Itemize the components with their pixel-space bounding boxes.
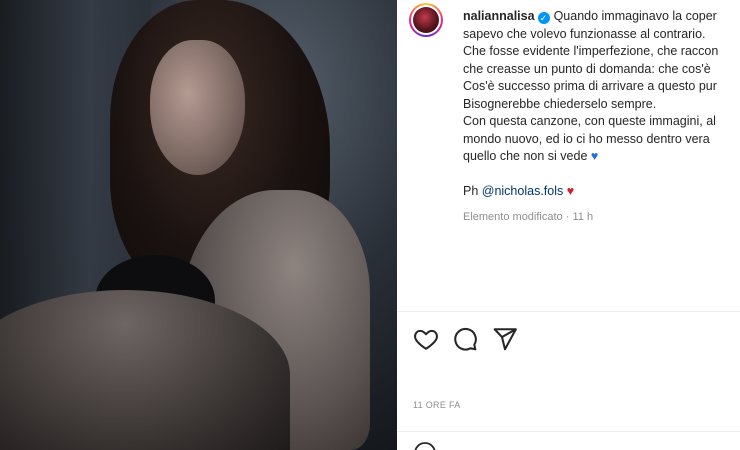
red-heart-emoji: ♥ [566, 183, 575, 198]
edited-meta: Elemento modificato · 11 h [463, 211, 593, 223]
caption-text: quello che non si vede [463, 149, 588, 163]
edited-time[interactable]: 11 h [572, 211, 593, 223]
heart-outline-icon[interactable] [413, 326, 439, 352]
caption-line: naliannalisa ✓ Quando immaginavo la coper [463, 8, 740, 26]
edited-label: Elemento modificato [463, 211, 563, 223]
post-timestamp[interactable]: 11 ORE FA [413, 400, 461, 410]
post-side-panel: naliannalisa ✓ Quando immaginavo la coper … [397, 0, 740, 450]
emoji-icon[interactable] [413, 441, 437, 450]
divider [397, 311, 740, 312]
caption-line: Bisognerebbe chiederselo sempre. [463, 96, 657, 111]
avatar[interactable] [409, 3, 443, 37]
caption-line: quello che non si vede ♥ [463, 148, 740, 166]
avatar-image [413, 7, 439, 33]
post-photo [0, 0, 397, 450]
caption-line: sapevo che volevo funzionasse al contrar… [463, 26, 706, 41]
credit-prefix: Ph [463, 183, 482, 198]
photo-face [150, 40, 245, 175]
avatar-frame [411, 5, 441, 35]
caption-line: che creasse un punto di domanda: che cos… [463, 61, 711, 76]
divider [397, 431, 740, 432]
caption-line: Con questa canzone, con queste immagini,… [463, 114, 716, 128]
username-link[interactable]: naliannalisa [463, 9, 535, 23]
blue-heart-emoji: ♥ [590, 149, 599, 163]
post-caption: naliannalisa ✓ Quando immaginavo la coper … [463, 8, 740, 200]
caption-gap [463, 166, 740, 183]
paper-plane-icon[interactable] [492, 326, 518, 352]
caption-line: mondo nuovo, ed io ci ho messo dentro ve… [463, 131, 710, 146]
caption-credit: Ph @nicholas.fols ♥ [463, 183, 740, 201]
caption-line: Che fosse evidente l'imperfezione, che r… [463, 44, 719, 58]
mention-link[interactable]: @nicholas.fols [482, 184, 563, 198]
caption-text: Quando immaginavo la coper [553, 9, 717, 23]
caption-line: Cos'è successo prima di arrivare a quest… [463, 79, 717, 93]
verified-badge-icon: ✓ [537, 12, 550, 24]
comment-icon[interactable] [452, 326, 478, 352]
